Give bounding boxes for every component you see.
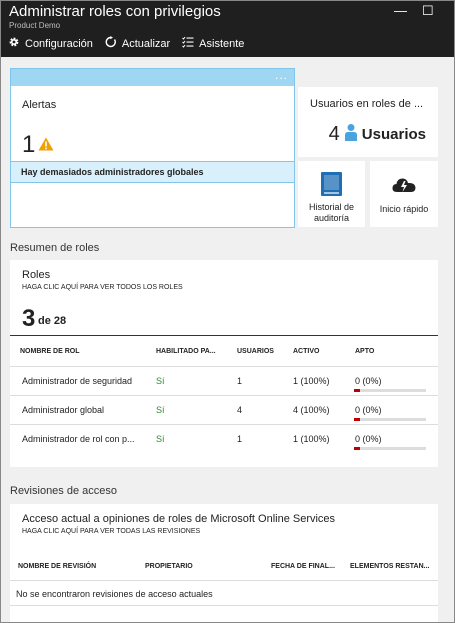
users-tile-title: Usuarios en roles de ... (310, 98, 424, 110)
empty-state-message: No se encontraron revisiones de acceso a… (10, 580, 438, 606)
audit-history-label: Historial de auditoría (308, 202, 355, 223)
role-active: 1 (100%) (293, 376, 330, 386)
view-all-roles-link[interactable]: HAGA CLIC AQUÍ PARA VER TODOS LOS ROLES (22, 284, 183, 291)
role-eligible: 0 (0%) (355, 376, 382, 386)
role-name: Administrador de seguridad (22, 376, 133, 386)
column-header-enabled[interactable]: HABILITADO PA... (156, 348, 216, 355)
role-active: 1 (100%) (293, 434, 330, 444)
eligible-progress-bar (354, 447, 426, 450)
checklist-icon (182, 36, 194, 51)
blade-content: ... Alertas 1 Hay demasiados administrad… (1, 57, 454, 622)
access-reviews-card: Acceso actual a opiniones de roles de Mi… (10, 504, 438, 622)
eligible-progress-bar (354, 418, 426, 421)
column-header-review-name[interactable]: NOMBRE DE REVISIÓN (18, 563, 96, 570)
role-name: Administrador global (22, 405, 105, 415)
role-eligible: 0 (0%) (355, 405, 382, 415)
table-row[interactable]: Administrador de rol con p... Sí 1 1 (10… (10, 424, 438, 453)
role-enabled: Sí (156, 405, 165, 415)
role-enabled: Sí (156, 376, 165, 386)
roles-title: Roles (22, 269, 51, 281)
roles-card: Roles HAGA CLIC AQUÍ PARA VER TODOS LOS … (10, 260, 438, 467)
command-bar: Configuración Actualizar Asistente (8, 36, 244, 51)
access-reviews-title: Acceso actual a opiniones de roles de Mi… (22, 513, 336, 525)
settings-label: Configuración (25, 37, 93, 50)
table-row[interactable]: Administrador global Sí 4 4 (100%) 0 (0%… (10, 395, 438, 424)
book-icon (321, 172, 342, 201)
role-eligible: 0 (0%) (355, 434, 382, 444)
eligible-progress-fill (354, 389, 360, 392)
minimize-button[interactable]: — (394, 3, 407, 18)
tile-header: ... (11, 68, 294, 86)
column-header-remaining-items[interactable]: ELEMENTOS RESTAN... (350, 563, 429, 570)
eligible-progress-bar (354, 389, 426, 392)
audit-history-tile[interactable]: Historial de auditoría (298, 161, 365, 227)
users-summary: 4 Usuarios (329, 123, 426, 146)
refresh-icon (105, 36, 117, 51)
column-header-users[interactable]: USUARIOS (237, 348, 274, 355)
users-count: 4 (328, 123, 340, 145)
refresh-label: Actualizar (121, 37, 171, 50)
role-enabled: Sí (156, 434, 165, 444)
role-users: 4 (237, 405, 243, 415)
refresh-button[interactable]: Actualizar (105, 36, 170, 51)
page-subtitle: Product Demo (9, 21, 61, 30)
role-users: 1 (237, 376, 243, 386)
roles-summary-heading: Resumen de roles (10, 242, 100, 254)
role-active: 4 (100%) (293, 405, 330, 415)
column-header-role-name[interactable]: NOMBRE DE ROL (20, 348, 80, 355)
role-users: 1 (237, 434, 243, 444)
view-all-reviews-link[interactable]: HAGA CLIC AQUÍ PARA VER TODAS LAS REVISI… (22, 528, 200, 535)
users-in-roles-tile[interactable]: Usuarios en roles de ... 4 Usuarios (298, 87, 438, 157)
roles-table-header: NOMBRE DE ROL HABILITADO PA... USUARIOS … (10, 335, 438, 361)
wizard-button[interactable]: Asistente (182, 36, 244, 51)
page-title: Administrar roles con privilegios (9, 3, 221, 20)
eligible-progress-fill (354, 447, 360, 450)
access-reviews-heading: Revisiones de acceso (10, 485, 118, 497)
reviews-table-header: NOMBRE DE REVISIÓN PROPIETARIO FECHA DE … (10, 554, 438, 580)
column-header-eligible[interactable]: APTO (355, 348, 374, 355)
wizard-label: Asistente (199, 37, 245, 50)
eligible-progress-fill (354, 418, 360, 421)
column-header-owner[interactable]: PROPIETARIO (145, 563, 193, 570)
users-label: Usuarios (361, 126, 426, 143)
more-options-button[interactable]: ... (275, 68, 288, 82)
settings-button[interactable]: Configuración (8, 36, 93, 51)
quick-start-label: Inicio rápido (379, 204, 429, 214)
roles-total: de 28 (38, 315, 67, 327)
warning-icon (38, 137, 54, 156)
alerts-tile[interactable]: ... Alertas 1 Hay demasiados administrad… (10, 68, 295, 228)
table-row[interactable]: Administrador de seguridad Sí 1 1 (100%)… (10, 366, 438, 395)
column-header-active[interactable]: ACTIVO (293, 348, 319, 355)
blade-header: Administrar roles con privilegios Produc… (1, 1, 454, 57)
app-window: Administrar roles con privilegios Produc… (0, 0, 455, 623)
alerts-title: Alertas (22, 99, 57, 111)
alerts-count: 1 (22, 131, 36, 158)
quick-start-tile[interactable]: Inicio rápido (370, 161, 438, 227)
gear-icon (8, 36, 20, 51)
column-header-end-date[interactable]: FECHA DE FINAL... (271, 563, 335, 570)
cloud-bolt-icon (392, 177, 416, 198)
maximize-button[interactable]: ☐ (422, 3, 434, 19)
roles-count: 3 (22, 305, 36, 332)
user-icon (344, 123, 358, 146)
role-name: Administrador de rol con p... (22, 434, 135, 444)
alert-message[interactable]: Hay demasiados administradores globales (11, 161, 294, 183)
